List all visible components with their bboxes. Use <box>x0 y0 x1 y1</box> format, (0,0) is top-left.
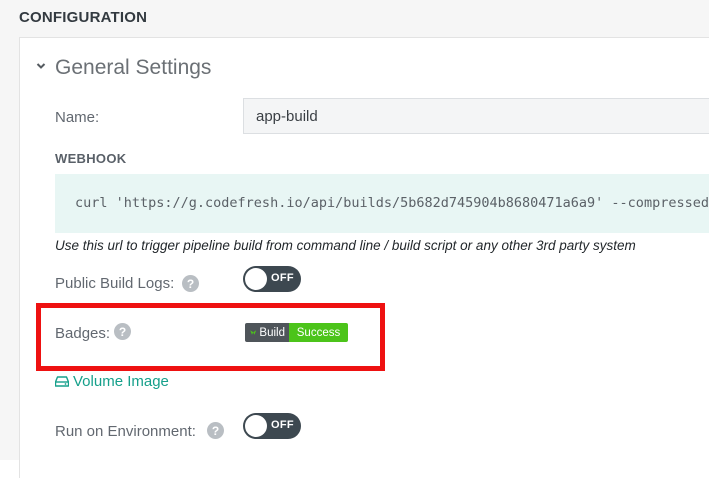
svg-text:?: ? <box>212 424 219 438</box>
help-icon[interactable]: ? <box>207 422 224 439</box>
webhook-url[interactable]: curl 'https://g.codefresh.io/api/builds/… <box>75 195 709 211</box>
webhook-box: curl 'https://g.codefresh.io/api/builds/… <box>55 174 709 233</box>
toggle-knob <box>245 415 267 437</box>
public-build-logs-toggle[interactable]: OFF <box>243 266 301 292</box>
volume-image-link[interactable]: Volume Image <box>55 373 169 390</box>
name-label: Name: <box>55 109 100 126</box>
help-icon[interactable]: ? <box>182 275 199 292</box>
toggle-state: OFF <box>271 419 294 431</box>
section-title: CONFIGURATION <box>19 9 148 26</box>
name-input[interactable] <box>243 98 709 134</box>
svg-text:?: ? <box>187 277 194 291</box>
hdd-icon <box>55 376 69 387</box>
toggle-state: OFF <box>271 272 294 284</box>
volume-image-label[interactable]: Volume Image <box>73 373 169 390</box>
chevron-down-icon[interactable] <box>36 61 46 71</box>
general-settings-title[interactable]: General Settings <box>55 56 211 80</box>
highlight-box <box>36 303 385 371</box>
run-on-environment-toggle[interactable]: OFF <box>243 413 301 439</box>
webhook-title: WEBHOOK <box>55 151 127 166</box>
run-on-environment-label: Run on Environment: <box>55 423 196 440</box>
left-gutter <box>0 37 19 460</box>
public-build-logs-label: Public Build Logs: <box>55 275 175 292</box>
webhook-hint: Use this url to trigger pipeline build f… <box>55 238 636 253</box>
toggle-knob <box>245 268 267 290</box>
